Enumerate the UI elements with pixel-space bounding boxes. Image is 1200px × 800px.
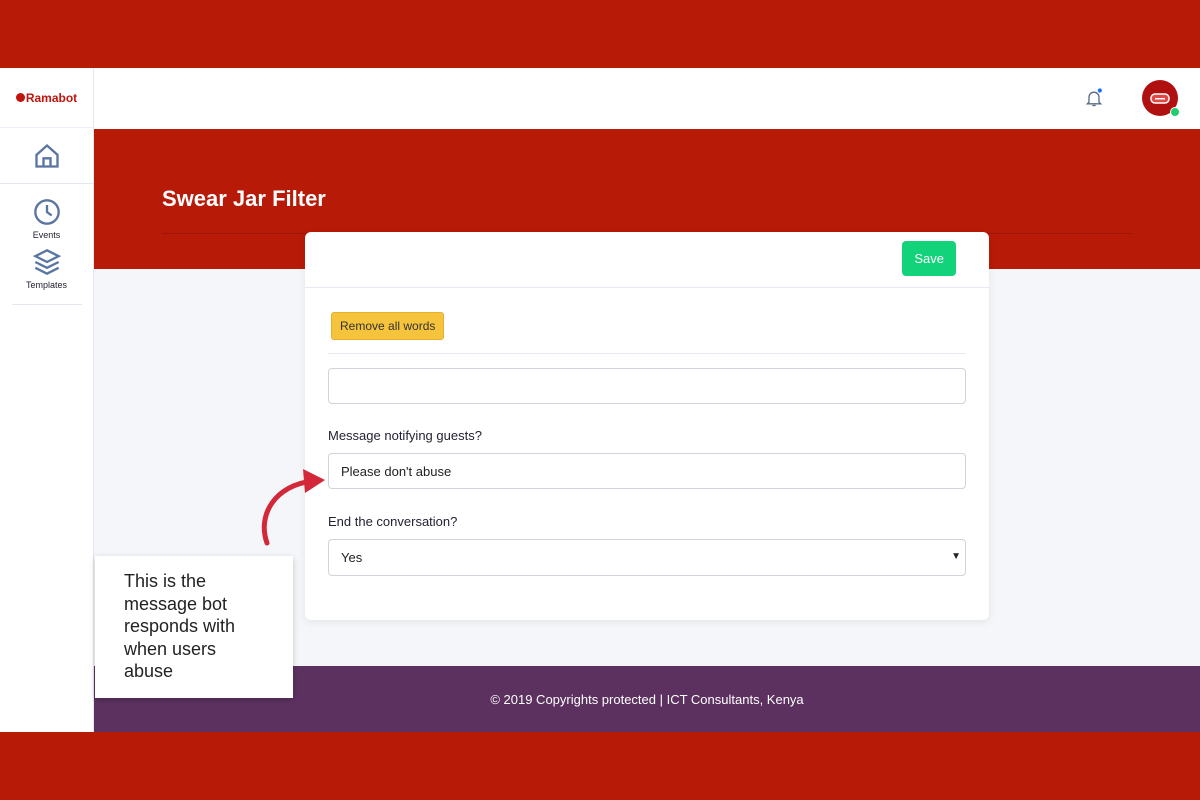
remove-all-words-button[interactable]: Remove all words (331, 312, 445, 340)
logo[interactable]: Ramabot (0, 68, 93, 128)
notification-bell-icon[interactable] (1084, 88, 1104, 113)
sidebar-item-label: Events (32, 230, 61, 240)
bot-icon (1150, 93, 1170, 104)
footer-text: © 2019 Copyrights protected | ICT Consul… (490, 691, 804, 707)
sidebar-item-templates[interactable]: Templates (26, 248, 67, 290)
annotation-text: This is the message bot responds with wh… (124, 571, 236, 681)
page-title: Swear Jar Filter (162, 186, 326, 211)
end-conversation-label: End the conversation? (328, 514, 458, 529)
layers-icon (32, 249, 61, 275)
topbar (94, 68, 1200, 129)
online-status-dot (1170, 107, 1180, 117)
home-icon (34, 143, 59, 168)
select-value: Yes (341, 550, 363, 565)
sidebar: Ramabot Events Templates (0, 68, 94, 732)
sidebar-item-home[interactable] (0, 128, 94, 184)
annotation-arrow-icon (261, 469, 325, 546)
message-label: Message notifying guests? (328, 428, 482, 443)
chevron-down-icon: ▼ (951, 551, 961, 562)
sidebar-item-label: Templates (25, 280, 68, 290)
message-input[interactable]: Please don't abuse (328, 453, 966, 489)
brand-name: Ramabot (25, 90, 78, 105)
save-button[interactable]: Save (902, 241, 956, 276)
annotation-callout: This is the message bot responds with wh… (95, 556, 293, 698)
avatar[interactable] (1142, 80, 1180, 117)
word-input[interactable] (328, 368, 966, 404)
sidebar-item-events[interactable]: Events (33, 198, 61, 240)
clock-icon (33, 199, 60, 225)
filter-card: Save Remove all words Message notifying … (305, 232, 989, 620)
end-conversation-select[interactable]: Yes ▼ (328, 539, 966, 576)
